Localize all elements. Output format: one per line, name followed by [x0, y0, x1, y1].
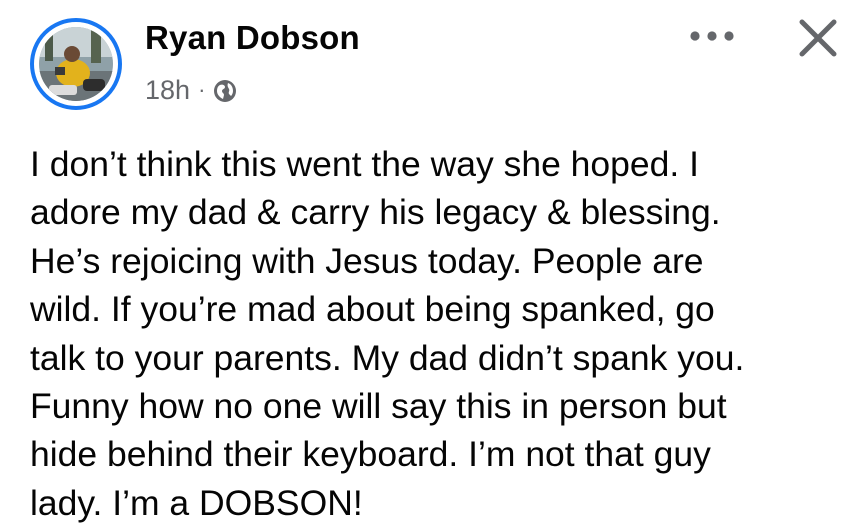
post-text-line: He’s rejoicing with Jesus today. People … — [30, 240, 704, 281]
post-meta: 18h · — [145, 72, 237, 108]
post-text-line: lady. I’m a DOBSON! — [30, 482, 363, 523]
post-text-line: Funny how no one will say this in person… — [30, 386, 727, 427]
post-text-line: wild. If you’re mad about being spanked,… — [30, 289, 715, 330]
close-button[interactable] — [788, 12, 848, 68]
more-options-button[interactable] — [684, 20, 740, 56]
more-options-icon — [689, 29, 735, 47]
profile-photo — [39, 27, 113, 101]
avatar[interactable] — [30, 18, 122, 110]
post-text-line: adore my dad & carry his legacy & blessi… — [30, 192, 721, 233]
close-icon — [798, 18, 838, 63]
post-text-line: hide behind their keyboard. I’m not that… — [30, 434, 711, 475]
post-card: Ryan Dobson 18h · I don’t think this wen… — [0, 0, 862, 532]
post-text-line: talk to your parents. My dad didn’t span… — [30, 337, 745, 378]
post-time[interactable]: 18h — [145, 75, 190, 106]
post-text-line: I don’t think this went the way she hope… — [30, 144, 699, 184]
meta-separator: · — [198, 77, 206, 102]
author-name[interactable]: Ryan Dobson — [145, 18, 360, 58]
post-text: I don’t think this went the way she hope… — [30, 140, 850, 527]
globe-icon[interactable] — [213, 79, 237, 103]
